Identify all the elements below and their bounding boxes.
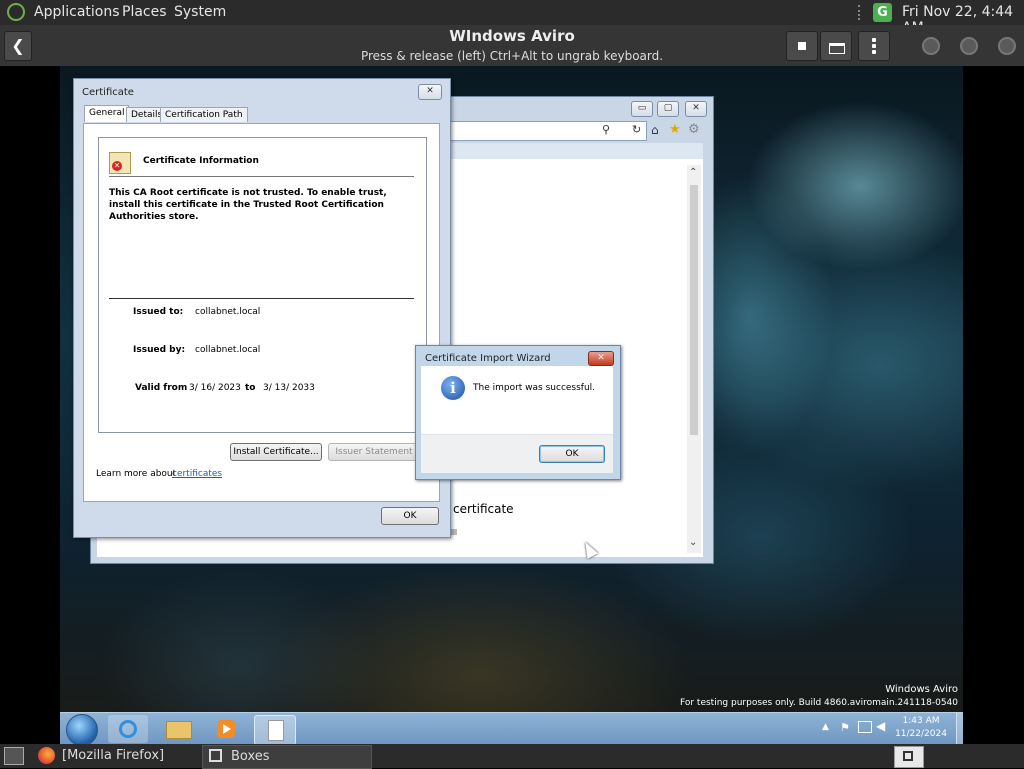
browser-close-button[interactable]: ✕ <box>685 101 707 117</box>
taskbar-date[interactable]: 11/22/2024 <box>890 729 952 739</box>
keyboard-icon <box>829 43 845 54</box>
issued-by-value: collabnet.local <box>195 345 261 355</box>
info-icon: i <box>441 376 465 400</box>
show-desktop-icon[interactable] <box>4 747 24 765</box>
volume-icon[interactable]: ◀ <box>876 719 885 733</box>
taskbar-item-boxes[interactable]: Boxes <box>231 749 270 764</box>
places-menu[interactable]: Places <box>122 4 167 20</box>
menu-button[interactable] <box>858 31 890 61</box>
bottom-panel: [Mozilla Firefox] Boxes <box>0 744 1024 769</box>
issued-by-label: Issued by: <box>133 345 186 355</box>
certificate-close-button[interactable]: ✕ <box>418 84 442 100</box>
taskbar-item-boxes-bg[interactable]: Boxes <box>202 745 372 769</box>
import-wizard-dialog[interactable]: Certificate Import Wizard ✕ i The import… <box>415 345 621 480</box>
minimize-circle-button[interactable] <box>922 37 940 55</box>
workspace-icon <box>903 751 913 761</box>
import-wizard-footer: OK <box>421 434 613 473</box>
network-icon[interactable] <box>858 721 872 733</box>
certificate-ok-button[interactable]: OK <box>381 507 439 525</box>
keyboard-button[interactable] <box>820 31 852 61</box>
refresh-icon[interactable]: ↻ <box>632 123 641 136</box>
stop-icon <box>798 42 806 50</box>
import-success-message: The import was successful. <box>473 383 596 393</box>
import-ok-button[interactable]: OK <box>539 445 605 463</box>
internet-explorer-icon[interactable] <box>108 715 148 743</box>
top-panel: Applications Places System G Fri Nov 22,… <box>0 0 1024 36</box>
system-menu[interactable]: System <box>174 4 226 20</box>
heading-divider <box>109 176 414 177</box>
settings-gear-icon[interactable]: ⚙ <box>688 122 700 137</box>
certificate-info-heading: Certificate Information <box>143 156 259 166</box>
favorites-star-icon[interactable]: ★ <box>669 122 681 137</box>
tab-strip: General Details Certification Path <box>84 105 434 123</box>
issued-to-label: Issued to: <box>133 307 184 317</box>
issuer-statement-button[interactable]: Issuer Statement <box>328 443 420 461</box>
stop-button[interactable] <box>786 31 818 61</box>
search-icon[interactable]: ⚲ <box>602 123 610 136</box>
tab-general[interactable]: General <box>84 105 130 122</box>
show-hidden-icons-icon[interactable]: ▲ <box>822 722 829 732</box>
scroll-down-icon[interactable]: ⌄ <box>689 537 697 548</box>
trust-warning-text: This CA Root certificate is not trusted.… <box>109 188 387 222</box>
certificate-dialog[interactable]: Certificate ✕ General Details Certificat… <box>73 78 451 538</box>
scroll-thumb[interactable] <box>690 185 698 435</box>
general-tab-panel: ✕ Certificate Information This CA Root c… <box>83 123 440 502</box>
import-wizard-title: Certificate Import Wizard <box>425 353 551 364</box>
valid-to-label: to <box>245 383 256 393</box>
valid-from-label: Valid from <box>135 383 188 393</box>
scroll-up-icon[interactable]: ⌃ <box>689 167 697 178</box>
details-divider <box>109 298 414 299</box>
taskbar-document-icon[interactable] <box>254 715 296 744</box>
home-icon[interactable]: ⌂ <box>651 123 659 137</box>
vm-display[interactable]: ▭ ▢ ✕ ⚲ ↻ ⌂ ★ ⚙ ⌃ ⌄ certificate Certific… <box>60 66 963 744</box>
import-wizard-body: i The import was successful. OK <box>421 366 613 473</box>
page-text-certificate: certificate <box>453 502 514 516</box>
certificates-link[interactable]: certificates <box>172 469 222 479</box>
maximize-circle-button[interactable] <box>960 37 978 55</box>
gnome-foot-icon[interactable] <box>7 3 25 21</box>
windows-taskbar: ▲ ⚑ ◀ 1:43 AM 11/22/2024 <box>60 712 963 744</box>
scrollbar[interactable]: ⌃ ⌄ <box>687 165 701 553</box>
issued-to-value: collabnet.local <box>195 307 261 317</box>
learn-more-text: Learn more about <box>96 469 177 479</box>
watermark-title: Windows Aviro <box>885 684 958 695</box>
certificate-info-box: ✕ Certificate Information This CA Root c… <box>98 137 427 433</box>
tab-certification-path[interactable]: Certification Path <box>160 107 248 122</box>
install-certificate-button[interactable]: Install Certificate... <box>230 443 322 461</box>
taskbar-item-firefox[interactable]: [Mozilla Firefox] <box>62 748 164 763</box>
taskbar-time[interactable]: 1:43 AM <box>890 716 952 726</box>
browser-maximize-button[interactable]: ▢ <box>657 101 679 117</box>
update-notifier-icon[interactable]: G <box>873 3 892 22</box>
panel-grip-icon <box>858 5 864 20</box>
valid-to-value: 3/ 13/ 2033 <box>263 383 315 393</box>
start-orb-icon[interactable] <box>66 714 98 744</box>
valid-from-value: 3/ 16/ 2023 <box>189 383 241 393</box>
watermark-build: For testing purposes only. Build 4860.av… <box>680 698 958 708</box>
certificate-dialog-title: Certificate <box>82 87 134 98</box>
workspace-switcher[interactable] <box>894 746 924 768</box>
action-center-flag-icon[interactable]: ⚑ <box>840 721 850 734</box>
boxes-header: ❮ WIndows Aviro Press & release (left) C… <box>0 25 1024 66</box>
applications-menu[interactable]: Applications <box>34 4 120 20</box>
show-desktop-button[interactable] <box>956 713 963 744</box>
firefox-icon <box>38 747 55 764</box>
browser-minimize-button[interactable]: ▭ <box>631 101 653 117</box>
file-explorer-icon[interactable] <box>158 715 198 743</box>
close-circle-button[interactable] <box>998 37 1016 55</box>
boxes-icon <box>209 749 222 762</box>
media-player-icon[interactable] <box>206 715 246 743</box>
vertical-dots-icon <box>872 38 876 42</box>
import-wizard-close-button[interactable]: ✕ <box>588 351 614 366</box>
certificate-warning-icon: ✕ <box>109 152 131 174</box>
